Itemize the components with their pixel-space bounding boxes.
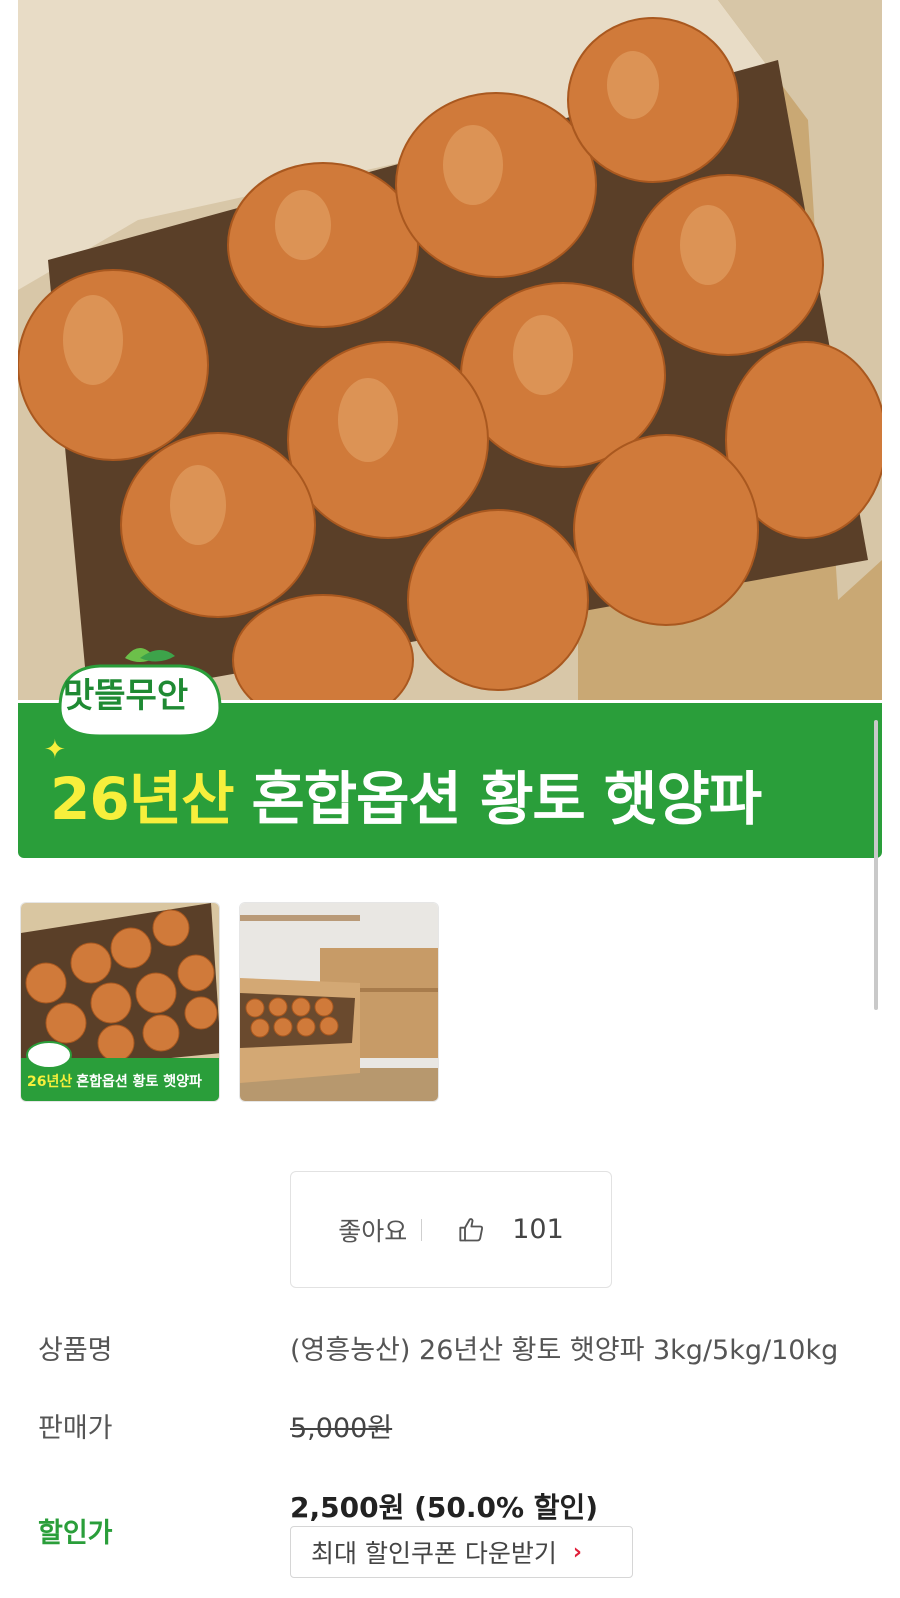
thumbnail-2-image [240, 903, 438, 1101]
onion-box-photo [18, 0, 882, 700]
thumbnail-1[interactable]: 26년산 혼합옵션 황토 햇양파 [20, 902, 220, 1102]
thumbnail-1-year: 26년산 [27, 1074, 73, 1090]
banner-year: 26년산 [50, 765, 234, 833]
banner-product: 혼합옵션 황토 햇양파 [251, 765, 762, 833]
like-divider [421, 1218, 423, 1241]
thumbnail-2[interactable] [239, 902, 439, 1102]
like-count: 101 [512, 1214, 564, 1245]
coupon-label: 최대 할인쿠폰 다운받기 [311, 1539, 557, 1568]
product-name-label: 상품명 [38, 1335, 113, 1366]
logo-tagline: TASTY & HAPPY [96, 721, 198, 732]
like-button[interactable]: 좋아요 101 [290, 1171, 612, 1288]
logo-text: 맛뜰무안 [63, 676, 189, 716]
like-label: 좋아요 [338, 1216, 408, 1246]
chevron-right-icon: › [572, 1539, 582, 1565]
price-label: 판매가 [38, 1413, 113, 1444]
sale-price: 2,500원 (50.0% 할인) [290, 1491, 599, 1524]
sale-price-label: 할인가 [38, 1518, 113, 1549]
banner-title: 26년산 혼합옵션 황토 햇양파 [50, 752, 762, 836]
original-price: 5,000원 [290, 1413, 393, 1444]
product-name-value: (영흥농산) 26년산 황토 햇양파 3kg/5kg/10kg [290, 1335, 839, 1366]
thumbnail-1-caption: 26년산 혼합옵션 황토 햇양파 [27, 1071, 202, 1091]
coupon-download-button[interactable]: 최대 할인쿠폰 다운받기 › [290, 1526, 633, 1578]
thumbnail-1-title: 혼합옵션 황토 햇양파 [76, 1074, 202, 1090]
thumbs-up-icon [459, 1217, 484, 1241]
scrollbar[interactable] [874, 720, 878, 1010]
